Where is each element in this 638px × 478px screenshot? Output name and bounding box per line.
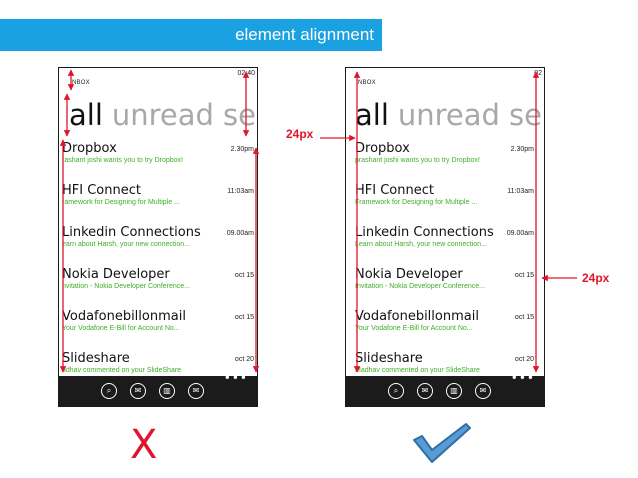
alignment-guides xyxy=(59,69,577,373)
margin-label-right: 24px xyxy=(582,271,610,285)
incorrect-mark: X xyxy=(130,422,158,468)
check-icon xyxy=(413,423,471,463)
margin-label-left: 24px xyxy=(286,127,314,141)
